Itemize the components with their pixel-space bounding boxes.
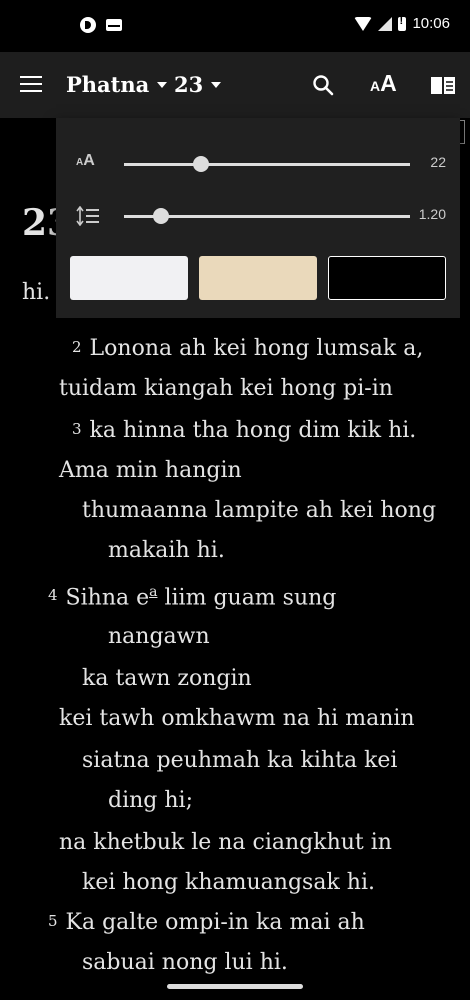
verse-line: ding hi; xyxy=(108,788,193,813)
text-size-icon[interactable]: AA xyxy=(370,70,397,97)
battery-alert-icon xyxy=(398,15,407,31)
font-size-row: AA 22 xyxy=(56,144,460,184)
verse-line: Ama min hangin xyxy=(59,458,242,483)
verse-line: kei hong khamuangsak hi. xyxy=(82,870,375,895)
status-time: 10:06 xyxy=(412,15,450,32)
gesture-nav-bar[interactable] xyxy=(167,984,303,989)
line-spacing-value: 1.20 xyxy=(418,206,446,222)
scroll-indicator xyxy=(460,120,465,144)
book-selector[interactable]: Phatna xyxy=(66,72,168,97)
theme-swatch-dark[interactable] xyxy=(328,256,446,300)
verse-text: ka hinna tha hong dim kik hi. xyxy=(89,418,417,443)
verse-line: hi. xyxy=(22,280,51,305)
verse-line: 3 ka hinna tha hong dim kik hi. xyxy=(72,418,416,443)
verse-line: 5 Ka galte ompi-in ka mai ah xyxy=(48,910,365,935)
mail-icon xyxy=(106,19,122,31)
verse-number: 4 xyxy=(48,586,58,604)
signal-icon xyxy=(378,16,393,31)
verse-line: 2 Lonona ah kei hong lumsak a, xyxy=(72,336,423,361)
verse-text: Ka galte ompi-in ka mai ah xyxy=(65,910,365,935)
verse-line: siatna peuhmah ka kihta kei xyxy=(82,748,398,773)
verse-text: Sihna e xyxy=(65,585,150,611)
slider-handle[interactable] xyxy=(193,156,210,172)
verse-line: sabuai nong lui hi. xyxy=(82,950,288,975)
app-notification-icon xyxy=(80,17,96,33)
theme-swatch-sepia[interactable] xyxy=(199,256,317,300)
chevron-down-icon xyxy=(211,81,222,88)
verse-line: thumaanna lampite ah kei hong xyxy=(82,498,437,523)
verse-line: 4 Sihna ea liim guam sung xyxy=(48,584,336,610)
verse-text: Lonona ah kei hong lumsak a, xyxy=(89,336,424,361)
verse-text: liim guam sung xyxy=(157,585,337,611)
verse-line: tuidam kiangah kei hong pi-in xyxy=(59,376,393,401)
verse-number: 5 xyxy=(48,912,58,930)
line-spacing-row: 1.20 xyxy=(56,196,460,236)
wifi-icon xyxy=(354,16,373,31)
slider-handle[interactable] xyxy=(153,208,170,224)
text-settings-popup: AA 22 1.20 xyxy=(56,118,460,318)
font-size-slider[interactable] xyxy=(124,156,410,172)
book-view-icon[interactable] xyxy=(430,74,456,96)
verse-line: makaih hi. xyxy=(108,538,225,563)
search-icon[interactable] xyxy=(312,74,334,96)
app-bar: Phatna 23 AA xyxy=(0,52,470,118)
font-size-icon: AA xyxy=(76,152,95,169)
verse-number: 3 xyxy=(72,420,82,438)
status-bar: 10:06 xyxy=(0,0,470,52)
font-size-value: 22 xyxy=(430,154,446,170)
verse-line: kei tawh omkhawm na hi manin xyxy=(59,706,415,731)
verse-line: ka tawn zongin xyxy=(82,666,252,691)
chapter-name: 23 xyxy=(174,72,204,97)
verse-line: nangawn xyxy=(108,624,210,649)
menu-icon[interactable] xyxy=(20,76,42,94)
chapter-selector[interactable]: 23 xyxy=(174,72,222,97)
verse-line: na khetbuk le na ciangkhut in xyxy=(59,830,392,855)
chevron-down-icon xyxy=(157,81,168,88)
line-spacing-icon xyxy=(76,206,99,226)
book-name: Phatna xyxy=(66,72,150,97)
verse-number: 2 xyxy=(72,338,82,356)
line-spacing-slider[interactable] xyxy=(124,208,410,224)
theme-swatch-light[interactable] xyxy=(70,256,188,300)
